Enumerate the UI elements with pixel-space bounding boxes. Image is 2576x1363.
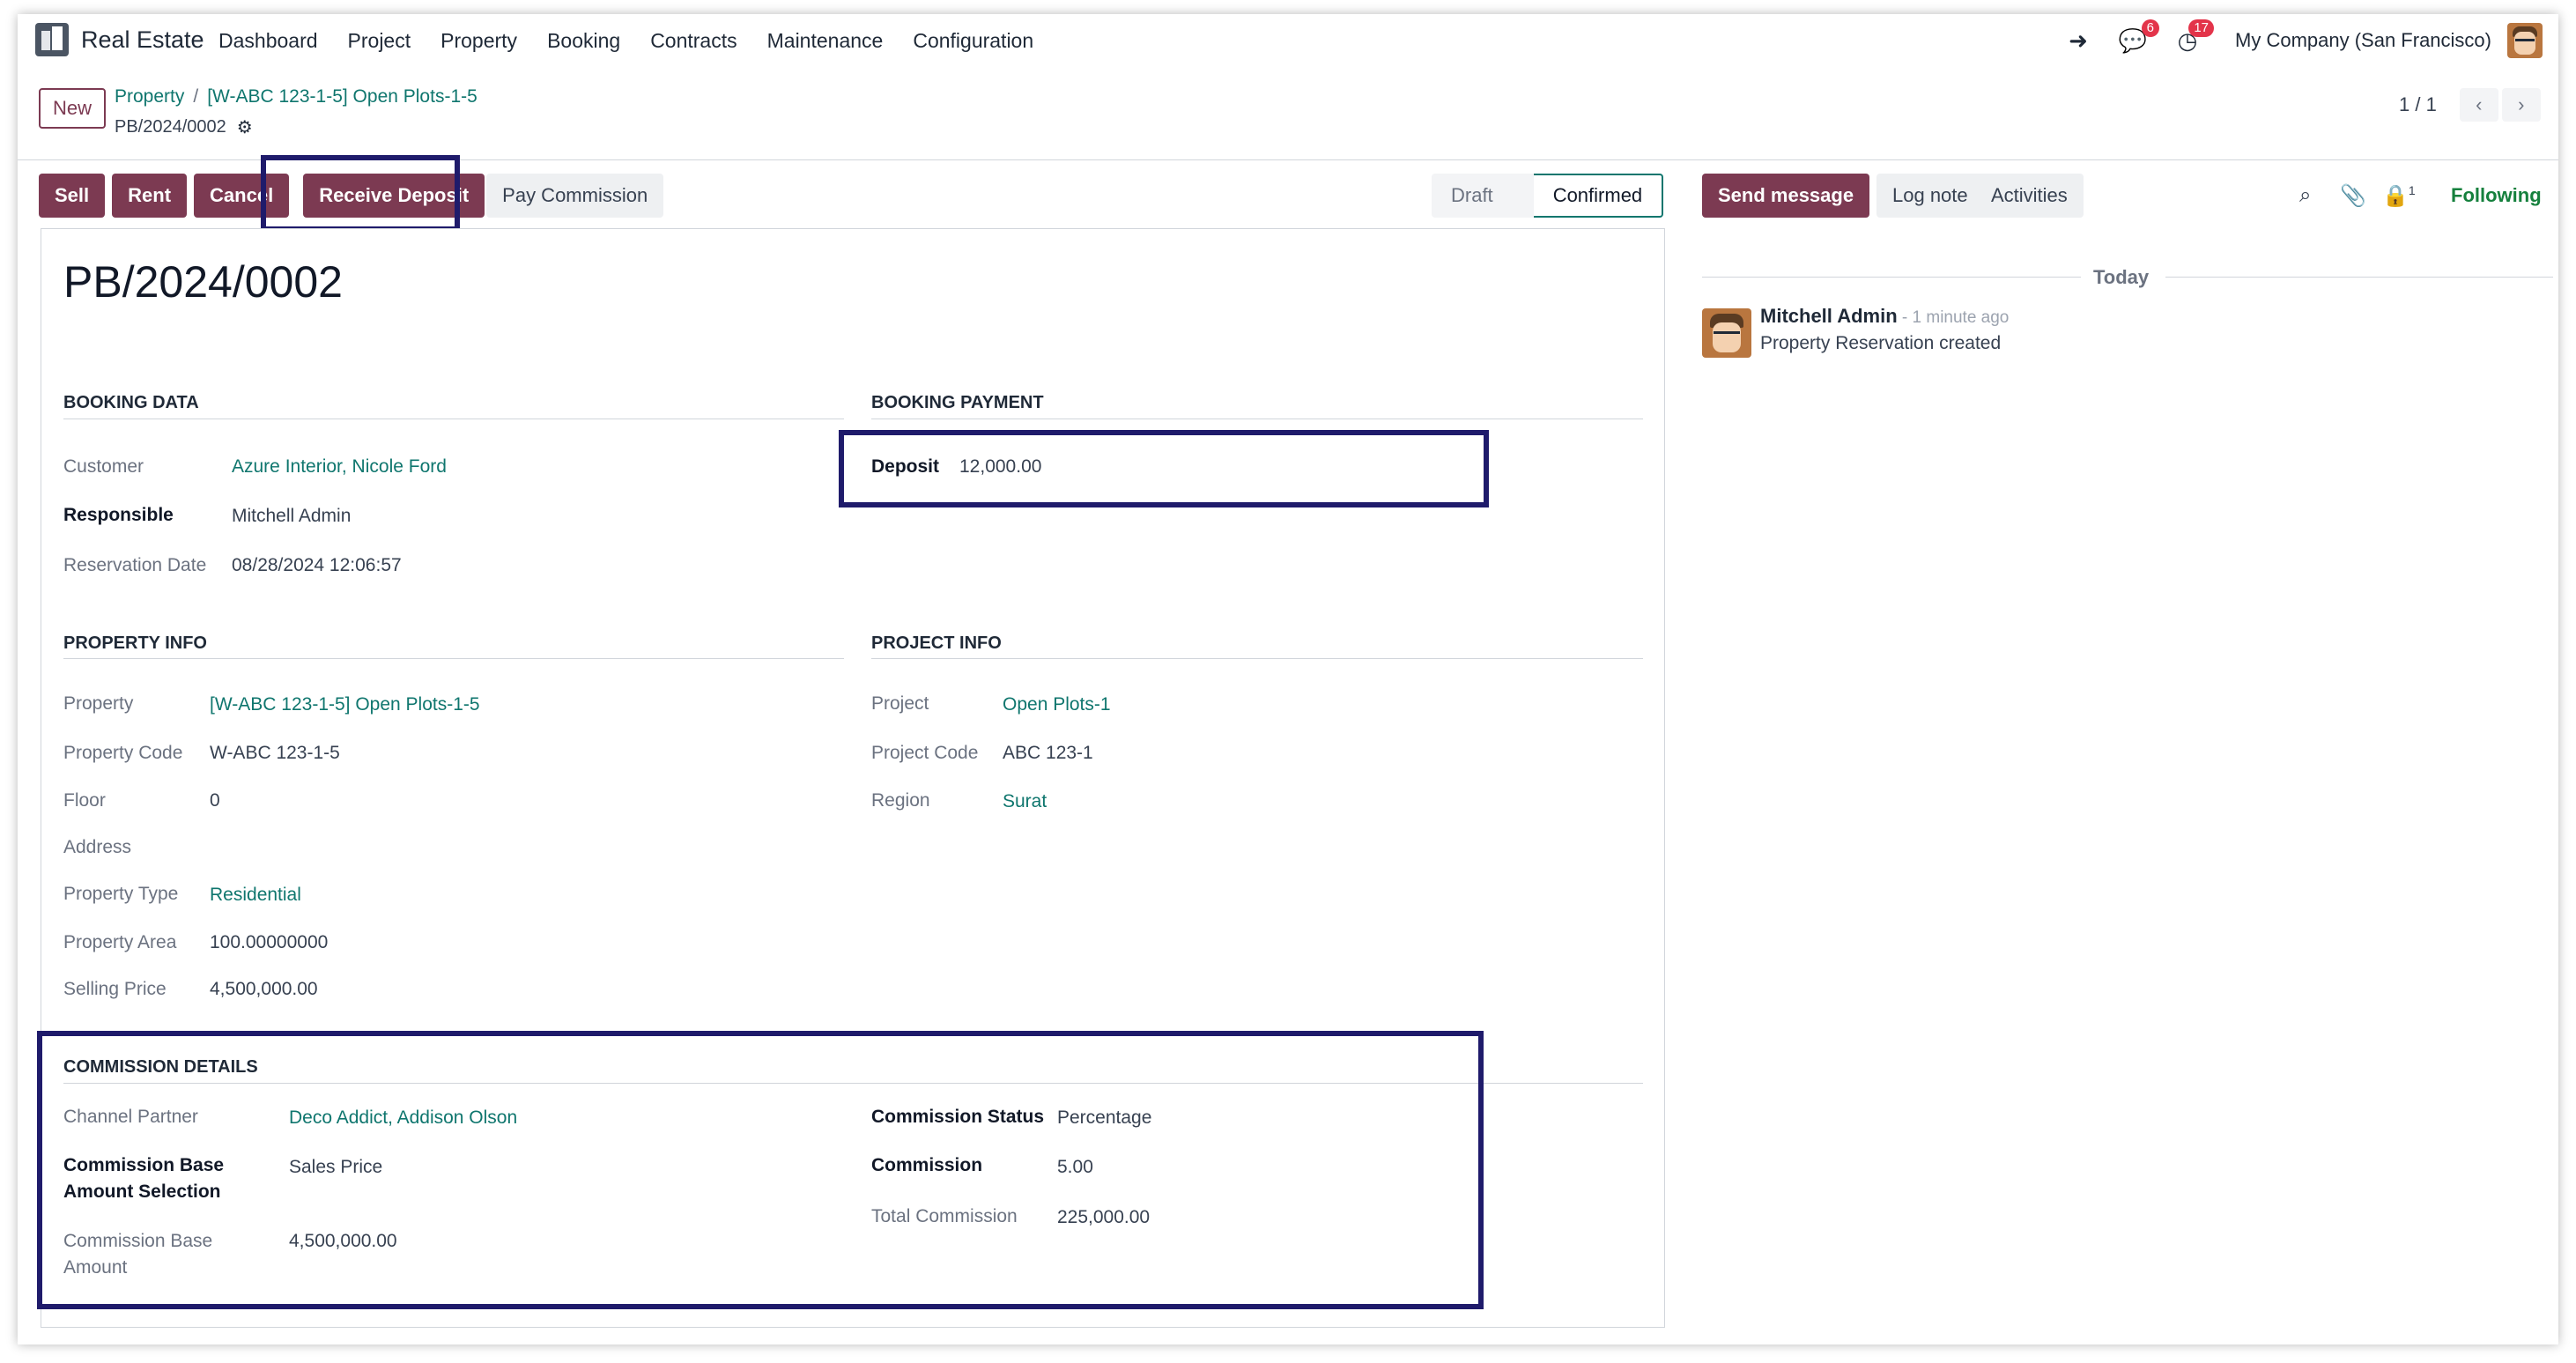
- message-author-avatar[interactable]: [1702, 308, 1751, 358]
- menu-project[interactable]: Project: [348, 29, 411, 53]
- section-property-info: PROPERTY INFO: [63, 633, 207, 653]
- message-body: Property Reservation created: [1760, 333, 2002, 353]
- section-booking-payment: BOOKING PAYMENT: [871, 393, 1044, 412]
- responsible-field[interactable]: Mitchell Admin: [232, 506, 351, 527]
- menu-property[interactable]: Property: [440, 29, 517, 53]
- top-navbar: Real Estate Dashboard Project Property B…: [18, 14, 2558, 69]
- section-booking-data: BOOKING DATA: [63, 393, 199, 412]
- section-divider: [871, 658, 1643, 659]
- breadcrumb-separator: /: [193, 86, 199, 107]
- property-label: Property: [63, 693, 134, 714]
- selling-price-field[interactable]: 4,500,000.00: [210, 979, 318, 1000]
- reservation-date-label: Reservation Date: [63, 555, 207, 575]
- stage-confirmed[interactable]: Confirmed: [1533, 174, 1664, 218]
- systray: ➜ 💬 6 ◷ 17 My Company (San Francisco): [2038, 19, 2543, 58]
- activities-button[interactable]: Activities: [1975, 174, 2084, 218]
- messages-badge: 6: [2141, 19, 2160, 37]
- paperclip-icon[interactable]: 📎: [2340, 183, 2366, 209]
- followers-icon[interactable]: 🔒1: [2382, 183, 2416, 209]
- pay-commission-button[interactable]: Pay Commission: [486, 174, 664, 218]
- previous-icon[interactable]: ‹: [2459, 88, 2498, 122]
- breadcrumb: Property / [W-ABC 123-1-5] Open Plots-1-5: [115, 86, 477, 107]
- message-time: - 1 minute ago: [1897, 308, 2010, 327]
- breadcrumb-record[interactable]: [W-ABC 123-1-5] Open Plots-1-5: [207, 86, 477, 107]
- next-icon[interactable]: ›: [2501, 88, 2541, 122]
- property-type-field[interactable]: Residential: [210, 885, 301, 906]
- followers-count: 1: [2408, 183, 2416, 197]
- rent-button[interactable]: Rent: [112, 174, 188, 218]
- date-separator: Today: [2093, 266, 2150, 288]
- region-label: Region: [871, 790, 930, 811]
- menu-booking[interactable]: Booking: [547, 29, 620, 53]
- floor-label: Floor: [63, 790, 106, 811]
- property-code-field[interactable]: W-ABC 123-1-5: [210, 743, 340, 764]
- breadcrumb-property[interactable]: Property: [115, 86, 184, 107]
- property-area-label: Property Area: [63, 932, 177, 952]
- selling-price-label: Selling Price: [63, 979, 167, 999]
- user-avatar[interactable]: [2507, 23, 2543, 58]
- reservation-date-field[interactable]: 08/28/2024 12:06:57: [232, 555, 402, 576]
- region-field[interactable]: Surat: [1003, 791, 1047, 812]
- main-menu: Dashboard Project Property Booking Contr…: [218, 29, 1063, 53]
- new-button[interactable]: New: [39, 88, 106, 129]
- property-code-label: Property Code: [63, 743, 183, 763]
- project-code-field[interactable]: ABC 123-1: [1003, 743, 1093, 764]
- search-icon[interactable]: ⌕: [2299, 183, 2311, 208]
- apps-menu-icon[interactable]: [35, 23, 69, 56]
- property-field[interactable]: [W-ABC 123-1-5] Open Plots-1-5: [210, 694, 480, 715]
- highlight-receive-deposit: [261, 155, 460, 232]
- stage-arrow: [1512, 174, 1534, 218]
- project-code-label: Project Code: [871, 743, 979, 763]
- pager: 1 / 1 ‹ ›: [2399, 88, 2541, 122]
- project-label: Project: [871, 693, 929, 714]
- message-author: Mitchell Admin - 1 minute ago: [1760, 305, 2009, 328]
- responsible-label: Responsible: [63, 505, 174, 525]
- record-name: PB/2024/0002 ⚙: [115, 116, 253, 138]
- project-field[interactable]: Open Plots-1: [1003, 694, 1111, 715]
- company-switcher[interactable]: My Company (San Francisco): [2235, 29, 2491, 52]
- customer-label: Customer: [63, 456, 144, 477]
- floor-field[interactable]: 0: [210, 790, 220, 811]
- section-project-info: PROJECT INFO: [871, 633, 1002, 653]
- record-title: PB/2024/0002: [63, 257, 343, 307]
- status-bar: Draft Confirmed: [1432, 174, 1664, 218]
- message-author-name[interactable]: Mitchell Admin: [1760, 305, 1898, 327]
- stage-draft[interactable]: Draft: [1432, 174, 1513, 218]
- following-button[interactable]: Following: [2451, 184, 2542, 207]
- pager-value[interactable]: 1 / 1: [2399, 93, 2437, 116]
- gear-icon[interactable]: ⚙: [237, 116, 253, 138]
- highlight-commission-details: [37, 1031, 1484, 1309]
- sell-button[interactable]: Sell: [39, 174, 106, 218]
- date-separator-line: [2165, 277, 2553, 278]
- menu-contracts[interactable]: Contracts: [650, 29, 737, 53]
- section-divider: [63, 658, 844, 659]
- address-label: Address: [63, 837, 132, 857]
- menu-maintenance[interactable]: Maintenance: [767, 29, 884, 53]
- customer-field[interactable]: Azure Interior, Nicole Ford: [232, 456, 447, 478]
- date-separator-line: [1702, 277, 2081, 278]
- send-message-button[interactable]: Send message: [1702, 174, 1870, 218]
- menu-configuration[interactable]: Configuration: [913, 29, 1033, 53]
- highlight-deposit: [839, 430, 1489, 507]
- menu-dashboard[interactable]: Dashboard: [218, 29, 318, 53]
- property-area-field[interactable]: 100.00000000: [210, 932, 328, 953]
- app-window: Real Estate Dashboard Project Property B…: [18, 14, 2558, 1344]
- activities-clock-icon[interactable]: ◷ 17: [2173, 19, 2215, 55]
- log-note-button[interactable]: Log note: [1876, 174, 1984, 218]
- sign-in-icon[interactable]: ➜: [2064, 26, 2092, 55]
- activities-badge: 17: [2188, 19, 2215, 37]
- property-type-label: Property Type: [63, 884, 179, 904]
- app-name[interactable]: Real Estate: [81, 26, 204, 54]
- messages-icon[interactable]: 💬 6: [2119, 19, 2160, 55]
- record-name-text: PB/2024/0002: [115, 117, 226, 137]
